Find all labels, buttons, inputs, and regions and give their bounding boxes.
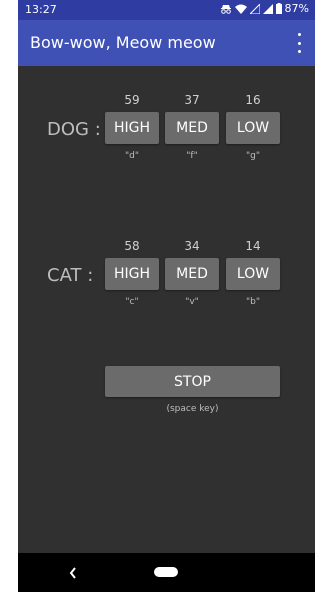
- cat-med-key: "v": [185, 297, 199, 307]
- cat-med-button[interactable]: MED: [165, 258, 219, 290]
- dog-low-button[interactable]: LOW: [226, 112, 280, 144]
- app-screen: 13:27 87% Bow-wow, Meow meow DOG: 59 37…: [18, 0, 315, 592]
- dog-med-count: 37: [184, 93, 200, 107]
- signal-icon: [249, 3, 260, 14]
- more-vert-icon[interactable]: [294, 33, 304, 53]
- battery-icon: [275, 3, 282, 14]
- dog-low-key: "g": [246, 151, 260, 161]
- cat-high-key: "c": [125, 297, 139, 307]
- status-bar: 13:27 87%: [18, 0, 315, 20]
- dog-med-button[interactable]: MED: [165, 112, 219, 144]
- app-title: Bow-wow, Meow meow: [30, 33, 216, 52]
- cat-low-key: "b": [246, 297, 260, 307]
- dog-high-key: "d": [125, 151, 139, 161]
- battery-percent: 87%: [284, 2, 309, 15]
- wifi-icon: [234, 4, 247, 14]
- dog-med-key: "f": [186, 151, 198, 161]
- stop-hint: (space key): [166, 404, 219, 414]
- app-bar: Bow-wow, Meow meow: [18, 20, 315, 66]
- home-pill-icon[interactable]: [154, 567, 178, 577]
- back-chevron-icon[interactable]: [68, 565, 78, 584]
- dog-low-count: 16: [245, 93, 261, 107]
- cat-low-button[interactable]: LOW: [226, 258, 280, 290]
- dog-high-button[interactable]: HIGH: [105, 112, 159, 144]
- cat-high-count: 58: [124, 239, 140, 253]
- signal-icon: [262, 3, 273, 14]
- cat-low-count: 14: [245, 239, 261, 253]
- incognito-icon: [220, 4, 232, 14]
- cat-label: CAT :: [47, 265, 94, 286]
- dog-label: DOG :: [47, 119, 101, 140]
- dog-high-count: 59: [124, 93, 140, 107]
- navigation-bar: [18, 553, 315, 592]
- status-icons: 87%: [220, 2, 309, 15]
- stop-button[interactable]: STOP: [105, 366, 280, 397]
- cat-med-count: 34: [184, 239, 200, 253]
- cat-high-button[interactable]: HIGH: [105, 258, 159, 290]
- status-time: 13:27: [25, 3, 57, 16]
